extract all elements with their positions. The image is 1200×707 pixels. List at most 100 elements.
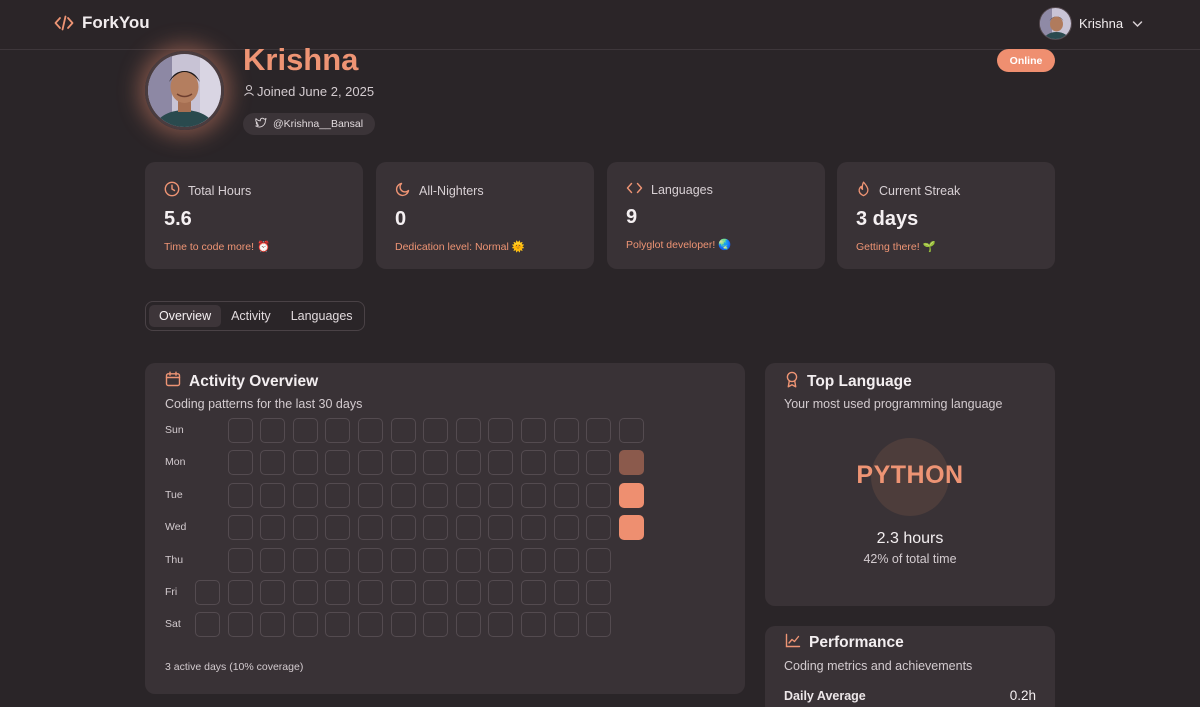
chevron-down-icon[interactable] [1132, 15, 1143, 33]
heatmap-cell[interactable] [423, 580, 449, 605]
heatmap-cell[interactable] [553, 482, 579, 508]
heatmap-cell[interactable] [292, 580, 318, 605]
heatmap-cell[interactable] [390, 580, 416, 605]
heatmap-cell[interactable] [227, 515, 253, 541]
heatmap-cell[interactable] [521, 418, 546, 443]
heatmap-cell[interactable] [521, 515, 546, 541]
heatmap-cell[interactable] [292, 612, 318, 638]
heatmap-cell[interactable] [325, 418, 351, 443]
heatmap-cell[interactable] [423, 450, 449, 476]
heatmap-cell[interactable] [260, 482, 286, 508]
heatmap-cell[interactable] [390, 450, 416, 476]
heatmap-cell[interactable] [455, 515, 481, 541]
heatmap-cell[interactable] [358, 450, 383, 476]
heatmap-cell[interactable] [521, 450, 546, 476]
heatmap-cell[interactable] [260, 515, 286, 541]
heatmap-cell[interactable] [586, 482, 612, 508]
trending-chart-icon [785, 633, 801, 653]
heatmap-cell[interactable] [618, 482, 644, 508]
heatmap-cell[interactable] [260, 612, 286, 638]
twitter-handle-link[interactable]: @Krishna__Bansal [243, 113, 376, 135]
heatmap-cell[interactable] [423, 482, 449, 508]
heatmap-cell[interactable] [488, 580, 514, 605]
heatmap-cell[interactable] [455, 580, 481, 605]
heatmap-cell[interactable] [325, 482, 351, 508]
heatmap-cell[interactable] [358, 482, 383, 508]
heatmap-cell[interactable] [358, 612, 383, 638]
heatmap-cell[interactable] [325, 450, 351, 476]
heatmap-cell[interactable] [390, 547, 416, 573]
heatmap-cell[interactable] [423, 515, 449, 541]
heatmap-cell[interactable] [586, 547, 612, 573]
heatmap-cell[interactable] [455, 547, 481, 573]
heatmap-cell[interactable] [618, 450, 644, 476]
heatmap-cell[interactable] [292, 450, 318, 476]
heatmap-cell[interactable] [586, 450, 612, 476]
heatmap-cell[interactable] [227, 482, 253, 508]
heatmap-cell[interactable] [586, 418, 612, 443]
heatmap-cell[interactable] [227, 450, 253, 476]
heatmap-cell[interactable] [325, 580, 351, 605]
heatmap-cell[interactable] [488, 515, 514, 541]
tab-activity[interactable]: Activity [221, 305, 281, 327]
heatmap-cell[interactable] [390, 482, 416, 508]
heatmap-cell[interactable] [227, 580, 253, 605]
heatmap-cell[interactable] [260, 418, 286, 443]
tab-languages[interactable]: Languages [281, 305, 363, 327]
heatmap-cell[interactable] [358, 418, 383, 443]
heatmap-cell[interactable] [586, 580, 612, 605]
heatmap-cell[interactable] [553, 612, 579, 638]
heatmap-cell[interactable] [390, 612, 416, 638]
heatmap-cell[interactable] [553, 418, 579, 443]
heatmap-cell[interactable] [390, 515, 416, 541]
heatmap-cell[interactable] [586, 612, 612, 638]
heatmap-cell[interactable] [423, 612, 449, 638]
heatmap-cell[interactable] [260, 580, 286, 605]
heatmap-cell[interactable] [227, 547, 253, 573]
heatmap-cell[interactable] [488, 482, 514, 508]
heatmap-cell[interactable] [553, 547, 579, 573]
heatmap-cell[interactable] [227, 612, 253, 638]
heatmap-cell[interactable] [423, 418, 449, 443]
heatmap-cell[interactable] [521, 580, 546, 605]
heatmap-cell[interactable] [488, 418, 514, 443]
heatmap-cell[interactable] [227, 418, 253, 443]
heatmap-cell[interactable] [358, 515, 383, 541]
heatmap-cell[interactable] [455, 450, 481, 476]
heatmap-cell[interactable] [488, 450, 514, 476]
heatmap-cell[interactable] [553, 580, 579, 605]
heatmap-cell[interactable] [292, 418, 318, 443]
heatmap-cell[interactable] [260, 450, 286, 476]
heatmap-cell[interactable] [358, 547, 383, 573]
heatmap-cell[interactable] [521, 612, 546, 638]
heatmap-cell[interactable] [260, 547, 286, 573]
tab-overview[interactable]: Overview [149, 305, 222, 327]
heatmap-cell[interactable] [618, 515, 644, 541]
heatmap-cell[interactable] [195, 580, 220, 605]
heatmap-cell[interactable] [488, 612, 514, 638]
heatmap-cell[interactable] [521, 547, 546, 573]
heatmap-cell[interactable] [618, 418, 644, 443]
heatmap-cell[interactable] [358, 580, 383, 605]
brand[interactable]: ForkYou [54, 13, 150, 33]
heatmap-cell[interactable] [195, 612, 220, 638]
heatmap-cell[interactable] [553, 515, 579, 541]
heatmap-cell[interactable] [521, 482, 546, 508]
heatmap-cell[interactable] [488, 547, 514, 573]
heatmap-cell[interactable] [325, 547, 351, 573]
heatmap-cell[interactable] [455, 612, 481, 638]
heatmap-cell[interactable] [325, 612, 351, 638]
avatar[interactable] [1039, 7, 1072, 40]
heatmap-cell[interactable] [455, 482, 481, 508]
heatmap-cell[interactable] [292, 515, 318, 541]
heatmap-cell[interactable] [292, 482, 318, 508]
user-menu[interactable]: Krishna [1039, 7, 1143, 40]
heatmap-cell[interactable] [455, 418, 481, 443]
activity-overview-card: Activity Overview Coding patterns for th… [145, 363, 745, 694]
heatmap-cell[interactable] [423, 547, 449, 573]
heatmap-cell[interactable] [390, 418, 416, 443]
heatmap-cell[interactable] [325, 515, 351, 541]
heatmap-cell[interactable] [292, 547, 318, 573]
heatmap-cell[interactable] [586, 515, 612, 541]
heatmap-cell[interactable] [553, 450, 579, 476]
